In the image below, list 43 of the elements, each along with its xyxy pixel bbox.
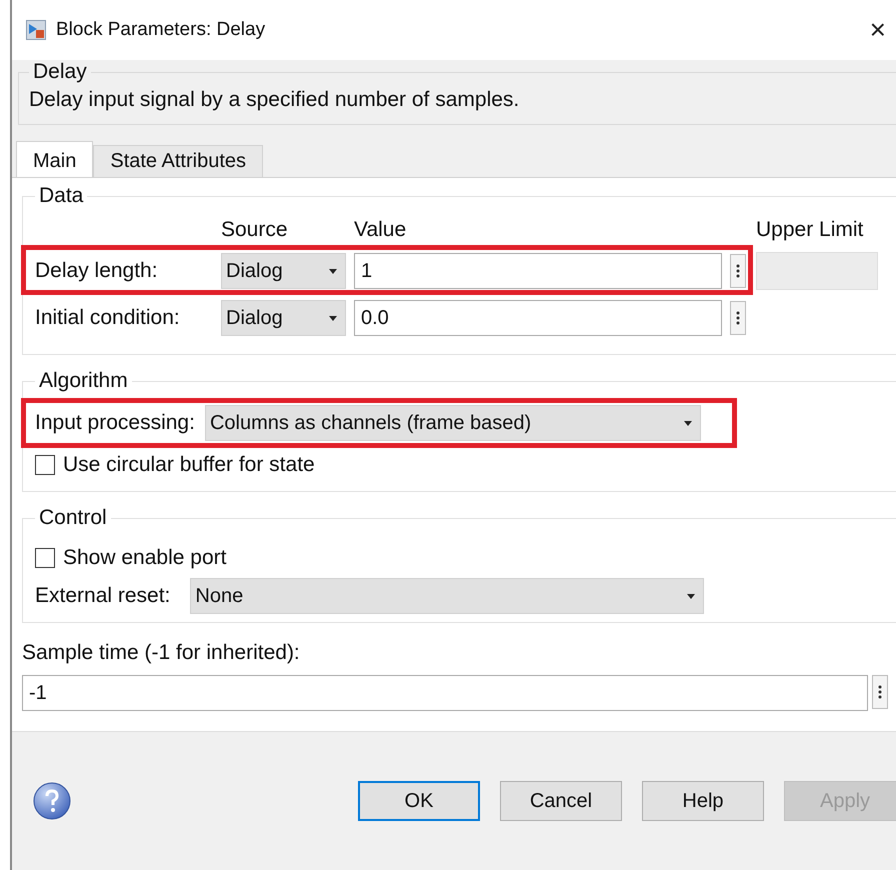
caret-icon xyxy=(329,316,337,320)
block-name: Delay xyxy=(32,60,88,84)
more-options-button[interactable] xyxy=(730,254,746,288)
more-options-button[interactable] xyxy=(872,675,888,709)
window-title: Block Parameters: Delay xyxy=(56,19,266,41)
parameter-label: Sample time (-1 for inherited): xyxy=(22,641,301,665)
app-icon xyxy=(26,20,46,40)
close-button[interactable]: × xyxy=(860,14,896,46)
dialog-button[interactable]: OK xyxy=(358,781,480,821)
parameter-label: Input processing: xyxy=(35,411,195,435)
dialog-button[interactable]: Help xyxy=(642,781,764,821)
sample-time-field[interactable]: -1 xyxy=(22,675,868,711)
value-field[interactable]: 1 xyxy=(354,253,722,289)
group-title: Control xyxy=(38,506,108,530)
dialog-button[interactable]: Cancel xyxy=(500,781,622,821)
value-field[interactable]: 0.0 xyxy=(354,300,722,336)
external-reset-dropdown[interactable]: None xyxy=(190,578,704,614)
parameter-label: Delay length: xyxy=(35,259,159,283)
vertical-dots-icon xyxy=(736,263,740,279)
help-icon[interactable] xyxy=(32,781,72,821)
tab[interactable]: State Attributes xyxy=(93,145,263,178)
column-header: Value xyxy=(354,217,408,242)
group-title: Algorithm xyxy=(38,369,129,393)
block-description: Delay input signal by a specified number of samples. xyxy=(29,88,520,112)
checkbox-label: Use circular buffer for state xyxy=(63,453,315,477)
parameter-label: External reset: xyxy=(35,584,170,608)
checkbox-label: Show enable port xyxy=(63,546,226,570)
source-dropdown[interactable]: Dialog xyxy=(221,300,346,336)
caret-icon xyxy=(684,420,692,426)
column-header: Upper Limit xyxy=(756,217,864,242)
more-options-button[interactable] xyxy=(730,301,746,335)
caret-icon xyxy=(687,594,696,598)
source-dropdown[interactable]: Dialog xyxy=(221,253,346,289)
vertical-dots-icon xyxy=(878,684,882,700)
checkbox[interactable] xyxy=(35,455,55,475)
vertical-dots-icon xyxy=(736,310,740,326)
parameter-label: Initial condition: xyxy=(35,306,181,330)
group-title: Data xyxy=(38,184,84,208)
column-header: Source xyxy=(221,217,289,242)
input-processing-dropdown[interactable]: Columns as channels (frame based) xyxy=(204,405,701,441)
tab[interactable]: Main xyxy=(16,141,94,178)
caret-icon xyxy=(329,268,337,274)
checkbox[interactable] xyxy=(35,548,55,568)
